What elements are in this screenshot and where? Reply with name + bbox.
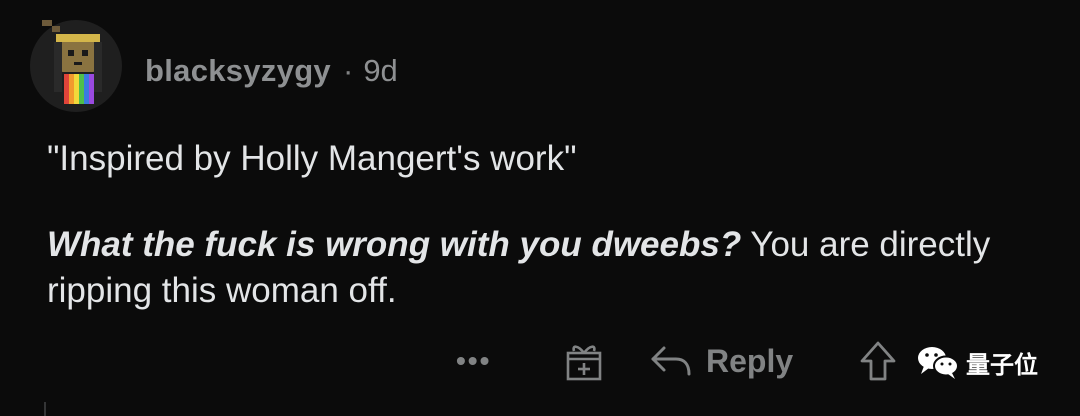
username-link[interactable]: blacksyzygy [145, 53, 331, 89]
paragraph-text: "Inspired by Holly Mangert's work" [47, 139, 577, 178]
separator-dot: · [342, 53, 354, 88]
award-button[interactable] [564, 334, 604, 388]
comment-header: blacksyzygy · 9d [145, 51, 398, 91]
watermark: 量子位 [916, 340, 1038, 384]
thread-line[interactable] [44, 402, 46, 416]
comment-paragraph: "Inspired by Holly Mangert's work" [47, 136, 1047, 182]
wechat-logo-icon [918, 347, 959, 379]
upvote-arrow-icon [860, 341, 896, 381]
comment: blacksyzygy · 9d "Inspired by Holly Mang… [0, 0, 1080, 416]
reply-button[interactable]: Reply [650, 334, 793, 388]
upvote-button[interactable] [858, 334, 898, 388]
reply-label: Reply [706, 342, 794, 379]
more-options-button[interactable]: ••• [456, 334, 491, 388]
award-icon [566, 345, 602, 381]
comment-paragraph: What the fuck is wrong with you dweebs? … [47, 222, 1047, 314]
emphasis-text: What the fuck is wrong with you dweebs? [47, 225, 742, 264]
watermark-text: 量子位 [966, 350, 1038, 379]
snoo-avatar-icon[interactable] [30, 16, 122, 112]
comment-age[interactable]: 9d [363, 53, 397, 89]
reply-arrow-icon [651, 346, 691, 376]
more-options-icon: ••• [456, 345, 492, 376]
